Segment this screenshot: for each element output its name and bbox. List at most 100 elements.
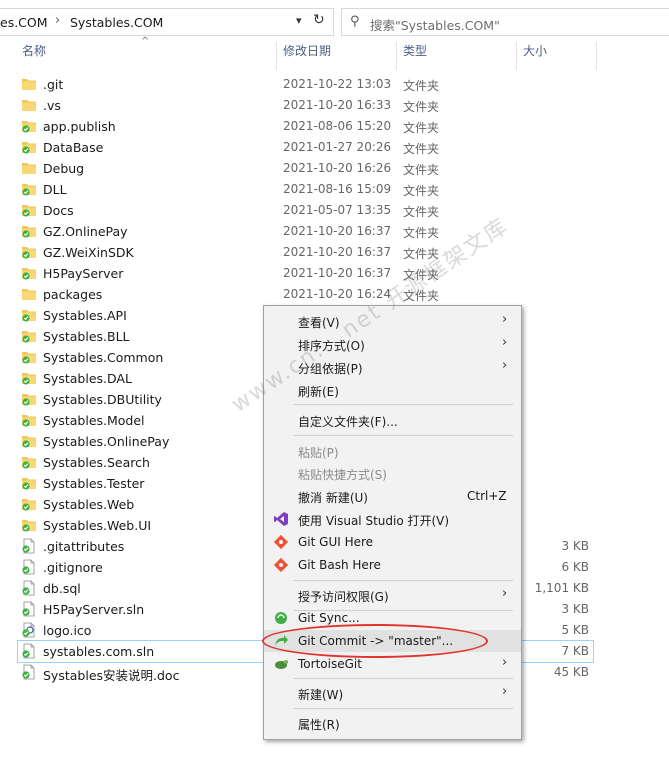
menu-item-new[interactable]: 新建(W) › [264,682,521,704]
folder-icon [22,79,36,90]
file-name: .vs [43,98,61,113]
file-date: 2021-10-20 16:26 [283,161,392,175]
file-name: GZ.OnlinePay [43,224,128,239]
file-git-ok-icon [22,643,35,659]
folder-git-ok-icon [22,121,36,133]
git-bash-icon [273,557,289,573]
file-date: 2021-08-06 15:20 [283,119,392,133]
file-name: H5PayServer [43,266,124,281]
file-date: 2021-10-20 16:37 [283,266,392,280]
menu-separator [294,435,513,436]
menu-item-git-gui[interactable]: Git GUI Here [264,531,521,553]
chevron-right-icon: › [502,684,508,699]
menu-separator [294,404,513,405]
menu-item-open-visual-studio[interactable]: 使用 Visual Studio 打开(V) [264,508,521,530]
file-name: .git [43,77,64,92]
menu-item-undo-new[interactable]: 撤消 新建(U) Ctrl+Z [264,485,521,507]
menu-item-label: 粘贴快捷方式(S) [298,468,387,482]
column-header-date[interactable]: 修改日期 [283,42,331,66]
file-row[interactable]: DLL 2021-08-16 15:09 文件夹 [18,179,593,200]
chevron-right-icon: › [502,655,508,670]
folder-git-ok-icon [22,457,36,469]
file-name: db.sql [43,581,81,596]
file-row[interactable]: GZ.WeiXinSDK 2021-10-20 16:37 文件夹 [18,242,593,263]
breadcrumb-separator-icon[interactable]: › [55,13,60,28]
shortcut-label: Ctrl+Z [467,489,507,503]
folder-git-ok-icon [22,247,36,259]
folder-icon [22,100,36,111]
chevron-right-icon: › [502,358,508,373]
menu-item-label: Git Bash Here [298,558,381,572]
folder-git-ok-icon [22,331,36,343]
address-dropdown-icon[interactable]: ▾ [296,14,302,27]
address-bar[interactable]: es.COM › Systables.COM ▾ ↻ [0,8,334,36]
folder-git-ok-icon [22,520,36,532]
column-header-name[interactable]: 名称 [22,42,46,66]
menu-item-git-bash[interactable]: Git Bash Here [264,554,521,576]
column-divider[interactable] [276,42,277,70]
file-row[interactable]: .vs 2021-10-20 16:33 文件夹 [18,95,593,116]
file-size: 45 KB [553,665,589,679]
file-row[interactable]: app.publish 2021-08-06 15:20 文件夹 [18,116,593,137]
search-input[interactable]: ⚲ 搜索"Systables.COM" [341,8,669,36]
file-name: Systables.Search [43,455,150,470]
refresh-icon[interactable]: ↻ [313,12,325,28]
chevron-right-icon: › [502,335,508,350]
file-type: 文件夹 [403,226,440,240]
column-header-size[interactable]: 大小 [523,42,547,66]
folder-icon [22,289,36,300]
menu-item-label: 粘贴(P) [298,446,339,460]
file-name: Systables.Web [43,497,135,512]
file-date: 2021-10-20 16:37 [283,224,392,238]
column-divider[interactable] [596,42,597,70]
file-git-ok-icon [22,580,35,596]
breadcrumb-current[interactable]: Systables.COM [70,15,163,30]
menu-item-label: 使用 Visual Studio 打开(V) [298,514,450,528]
folder-git-ok-icon [22,268,36,280]
file-size: 3 KB [561,539,589,553]
file-git-ok-icon [22,664,35,680]
column-divider[interactable] [516,42,517,70]
file-row[interactable]: Debug 2021-10-20 16:26 文件夹 [18,158,593,179]
file-row[interactable]: .git 2021-10-22 13:03 文件夹 [18,74,593,95]
file-git-ok-icon [22,601,35,617]
file-row[interactable]: H5PayServer 2021-10-20 16:37 文件夹 [18,263,593,284]
menu-item-properties[interactable]: 属性(R) [264,712,521,734]
breadcrumb-parent[interactable]: es.COM [0,15,48,30]
file-type: 文件夹 [403,121,440,135]
menu-item-label: Git Sync... [298,611,360,625]
file-row[interactable]: packages 2021-10-20 16:24 文件夹 [18,284,593,305]
menu-separator [294,580,513,581]
folder-git-ok-icon [22,499,36,511]
file-name: .gitignore [43,560,103,575]
menu-separator [294,708,513,709]
file-type: 文件夹 [403,79,440,93]
menu-item-label: 新建(W) [298,688,344,702]
folder-icon [22,163,36,174]
file-name: Systables.OnlinePay [43,434,170,449]
folder-git-ok-icon [22,415,36,427]
folder-git-ok-icon [22,226,36,238]
file-name: .gitattributes [43,539,125,554]
column-divider[interactable] [396,42,397,70]
file-row[interactable]: Docs 2021-05-07 13:35 文件夹 [18,200,593,221]
file-type: 文件夹 [403,100,440,114]
folder-git-ok-icon [22,436,36,448]
menu-item-paste[interactable]: 粘贴(P) [264,440,521,462]
sort-ascending-icon: ^ [141,36,150,47]
file-name: Systables.Model [43,413,145,428]
file-type: 文件夹 [403,205,440,219]
menu-item-refresh[interactable]: 刷新(E) [264,379,521,401]
file-row[interactable]: DataBase 2021-01-27 20:26 文件夹 [18,137,593,158]
menu-separator [294,678,513,679]
menu-item-paste-shortcut[interactable]: 粘贴快捷方式(S) [264,462,521,484]
search-icon: ⚲ [350,14,360,29]
folder-git-ok-icon [22,205,36,217]
file-type: 文件夹 [403,184,440,198]
menu-item-customize-folder[interactable]: 自定义文件夹(F)... [264,409,521,431]
folder-git-ok-icon [22,394,36,406]
file-date: 2021-10-20 16:33 [283,98,392,112]
menu-item-label: 授予访问权限(G) [298,590,389,604]
menu-item-grant-access[interactable]: 授予访问权限(G) › [264,584,521,606]
column-header-type[interactable]: 类型 [403,42,427,66]
